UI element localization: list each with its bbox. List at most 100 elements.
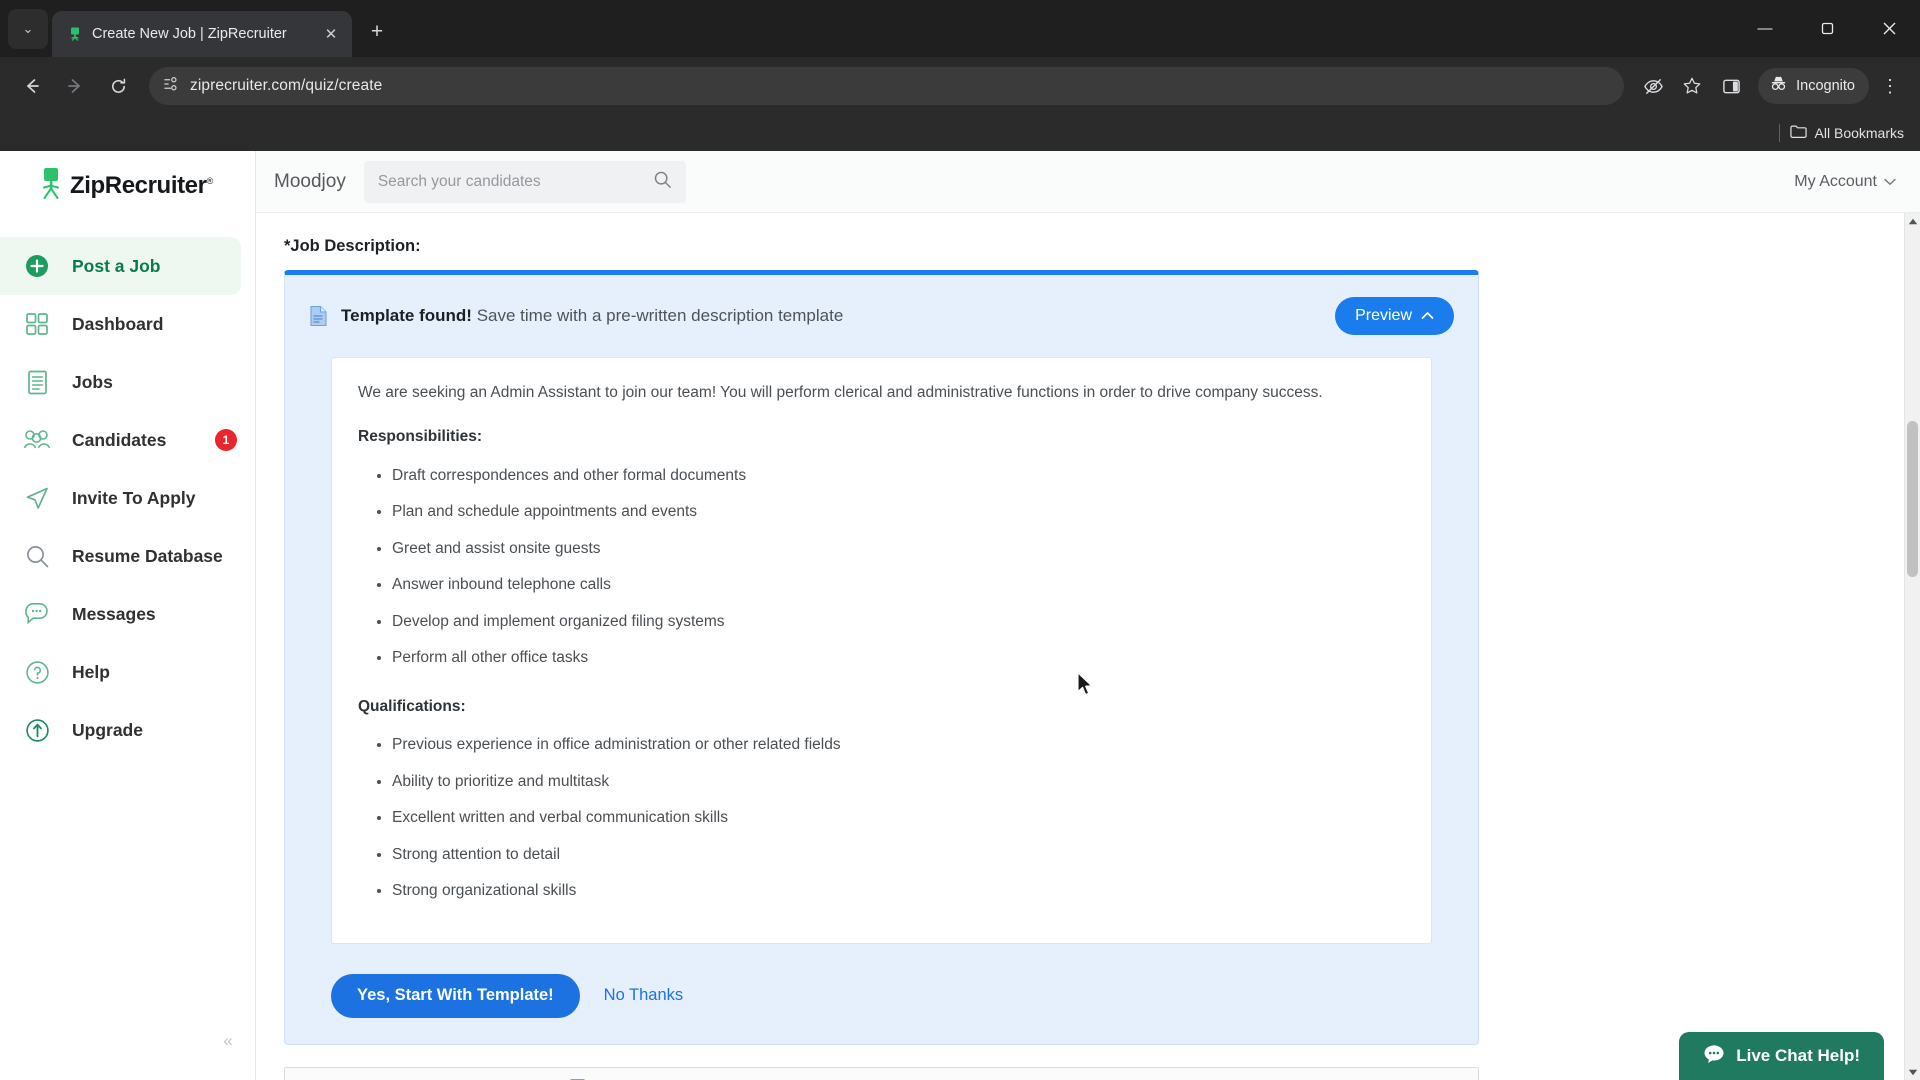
page-info-icon[interactable] [163, 75, 180, 97]
template-banner-headline: Template found! Save time with a pre-wri… [341, 306, 843, 326]
preview-label: Preview [1355, 307, 1412, 324]
list-item: Excellent written and verbal communicati… [392, 807, 1405, 829]
search-input[interactable] [377, 172, 643, 191]
chevron-up-icon [1421, 307, 1434, 325]
incognito-profile-button[interactable]: Incognito [1758, 68, 1869, 104]
app-sidebar: ZipRecruiter® Post a Job Dashboard Jobs … [0, 151, 256, 1080]
list-item: Strong organizational skills [392, 880, 1405, 902]
upgrade-arrow-icon [22, 715, 52, 745]
side-panel-icon[interactable] [1713, 68, 1749, 104]
list-item: Strong attention to detail [392, 844, 1405, 866]
sidebar-item-label: Candidates [72, 429, 167, 450]
editor-toolbar: B I 12 [285, 1067, 1478, 1080]
scrollbar-thumb[interactable] [1906, 421, 1918, 577]
all-bookmarks-label: All Bookmarks [1814, 125, 1904, 141]
sidebar-item-messages[interactable]: Messages [0, 585, 255, 643]
reload-button[interactable] [98, 66, 138, 106]
template-banner-header: Template found! Save time with a pre-wri… [309, 297, 1454, 335]
list-item: Plan and schedule appointments and event… [392, 501, 1405, 523]
page-viewport: ZipRecruiter® Post a Job Dashboard Jobs … [0, 151, 1920, 1080]
people-icon [22, 425, 52, 455]
maximize-button[interactable] [1796, 0, 1858, 57]
live-chat-label: Live Chat Help! [1736, 1046, 1860, 1065]
ziprecruiter-logo[interactable]: ZipRecruiter® [0, 151, 255, 221]
forward-button[interactable] [55, 66, 95, 106]
live-chat-button[interactable]: Live Chat Help! [1679, 1032, 1884, 1080]
undo-button[interactable] [447, 1073, 481, 1080]
bookmark-separator [1778, 124, 1780, 142]
folder-icon [1789, 124, 1807, 142]
browser-window: ⌄ Create New Job | ZipRecruiter ✕ + — zi… [0, 0, 1920, 1080]
list-item: Perform all other office tasks [392, 647, 1405, 669]
candidates-badge: 1 [215, 429, 237, 451]
scroll-up-arrow-icon[interactable] [1905, 213, 1920, 229]
italic-button[interactable]: I [333, 1073, 367, 1080]
page-scrollbar[interactable] [1904, 213, 1920, 1080]
ziprecruiter-favicon-icon [66, 26, 83, 43]
sidebar-item-jobs[interactable]: Jobs [0, 353, 255, 411]
scroll-down-arrow-icon[interactable] [1905, 1064, 1920, 1080]
incognito-label: Incognito [1796, 78, 1855, 94]
sidebar-item-candidates[interactable]: Candidates 1 [0, 411, 255, 469]
url-text: ziprecruiter.com/quiz/create [190, 77, 383, 94]
tab-close-icon[interactable]: ✕ [320, 23, 342, 45]
no-thanks-button[interactable]: No Thanks [604, 986, 684, 1005]
bold-button[interactable]: B [295, 1073, 329, 1080]
back-button[interactable] [12, 66, 52, 106]
source-button[interactable]: Source [561, 1073, 651, 1080]
redo-button[interactable] [485, 1073, 519, 1080]
tracking-protection-icon[interactable] [1635, 68, 1671, 104]
close-window-button[interactable] [1858, 0, 1920, 57]
sidebar-collapse-button[interactable]: « [215, 1028, 241, 1054]
start-with-template-button[interactable]: Yes, Start With Template! [331, 973, 580, 1018]
browser-toolbar: ziprecruiter.com/quiz/create Incognito ⋮ [0, 57, 1920, 115]
preview-button[interactable]: Preview [1335, 297, 1454, 335]
chevron-down-icon: ⌄ [22, 21, 34, 36]
list-item: Ability to prioritize and multitask [392, 771, 1405, 793]
sidebar-item-label: Help [72, 661, 110, 682]
candidate-search-box[interactable] [363, 160, 686, 203]
address-bar[interactable]: ziprecruiter.com/quiz/create [149, 67, 1625, 105]
template-document-icon [309, 305, 329, 327]
sidebar-nav: Post a Job Dashboard Jobs Candidates 1 I… [0, 237, 255, 759]
my-account-menu[interactable]: My Account [1794, 173, 1896, 191]
template-intro-paragraph: We are seeking an Admin Assistant to joi… [358, 384, 1323, 401]
browser-tab[interactable]: Create New Job | ZipRecruiter ✕ [52, 11, 352, 57]
job-description-label: *Job Description: [284, 237, 421, 255]
qualifications-heading: Qualifications: [358, 697, 466, 715]
fullscreen-button[interactable] [523, 1073, 557, 1080]
sidebar-item-upgrade[interactable]: Upgrade [0, 701, 255, 759]
search-icon[interactable] [653, 170, 672, 194]
tab-search-button[interactable]: ⌄ [8, 9, 48, 49]
bookmark-star-icon[interactable] [1674, 68, 1710, 104]
bulleted-list-button[interactable] [409, 1073, 443, 1080]
numbered-list-button[interactable]: 12 [371, 1073, 405, 1080]
page-content: *Job Description: Template found! Save t… [256, 213, 1920, 1080]
template-preview-body: We are seeking an Admin Assistant to joi… [331, 357, 1432, 944]
scrollbar-track[interactable] [1905, 229, 1920, 1064]
sidebar-item-post-a-job[interactable]: Post a Job [0, 237, 241, 295]
sidebar-item-invite-to-apply[interactable]: Invite To Apply [0, 469, 255, 527]
sidebar-item-dashboard[interactable]: Dashboard [0, 295, 255, 353]
sidebar-item-label: Jobs [72, 371, 113, 392]
sidebar-item-label: Resume Database [72, 545, 223, 566]
new-tab-button[interactable]: + [360, 15, 394, 49]
plus-circle-icon [22, 251, 52, 281]
sidebar-item-resume-database[interactable]: Resume Database [0, 527, 255, 585]
my-account-label: My Account [1794, 172, 1877, 190]
logo-text: ZipRecruiter® [70, 172, 213, 199]
list-item: Draft correspondences and other formal d… [392, 465, 1405, 487]
minimize-button[interactable]: — [1734, 0, 1796, 57]
responsibilities-heading: Responsibilities: [358, 428, 483, 446]
all-bookmarks-button[interactable]: All Bookmarks [1789, 124, 1904, 142]
browser-menu-icon[interactable]: ⋮ [1872, 68, 1908, 104]
incognito-icon [1769, 74, 1788, 98]
chat-icon [1703, 1044, 1725, 1069]
ziprecruiter-chair-icon [38, 167, 64, 206]
grid-icon [22, 309, 52, 339]
question-circle-icon [22, 657, 52, 687]
sidebar-item-help[interactable]: Help [0, 643, 255, 701]
sidebar-item-label: Post a Job [72, 255, 161, 276]
responsibilities-list: Draft correspondences and other formal d… [392, 465, 1405, 670]
list-item: Previous experience in office administra… [392, 734, 1405, 756]
